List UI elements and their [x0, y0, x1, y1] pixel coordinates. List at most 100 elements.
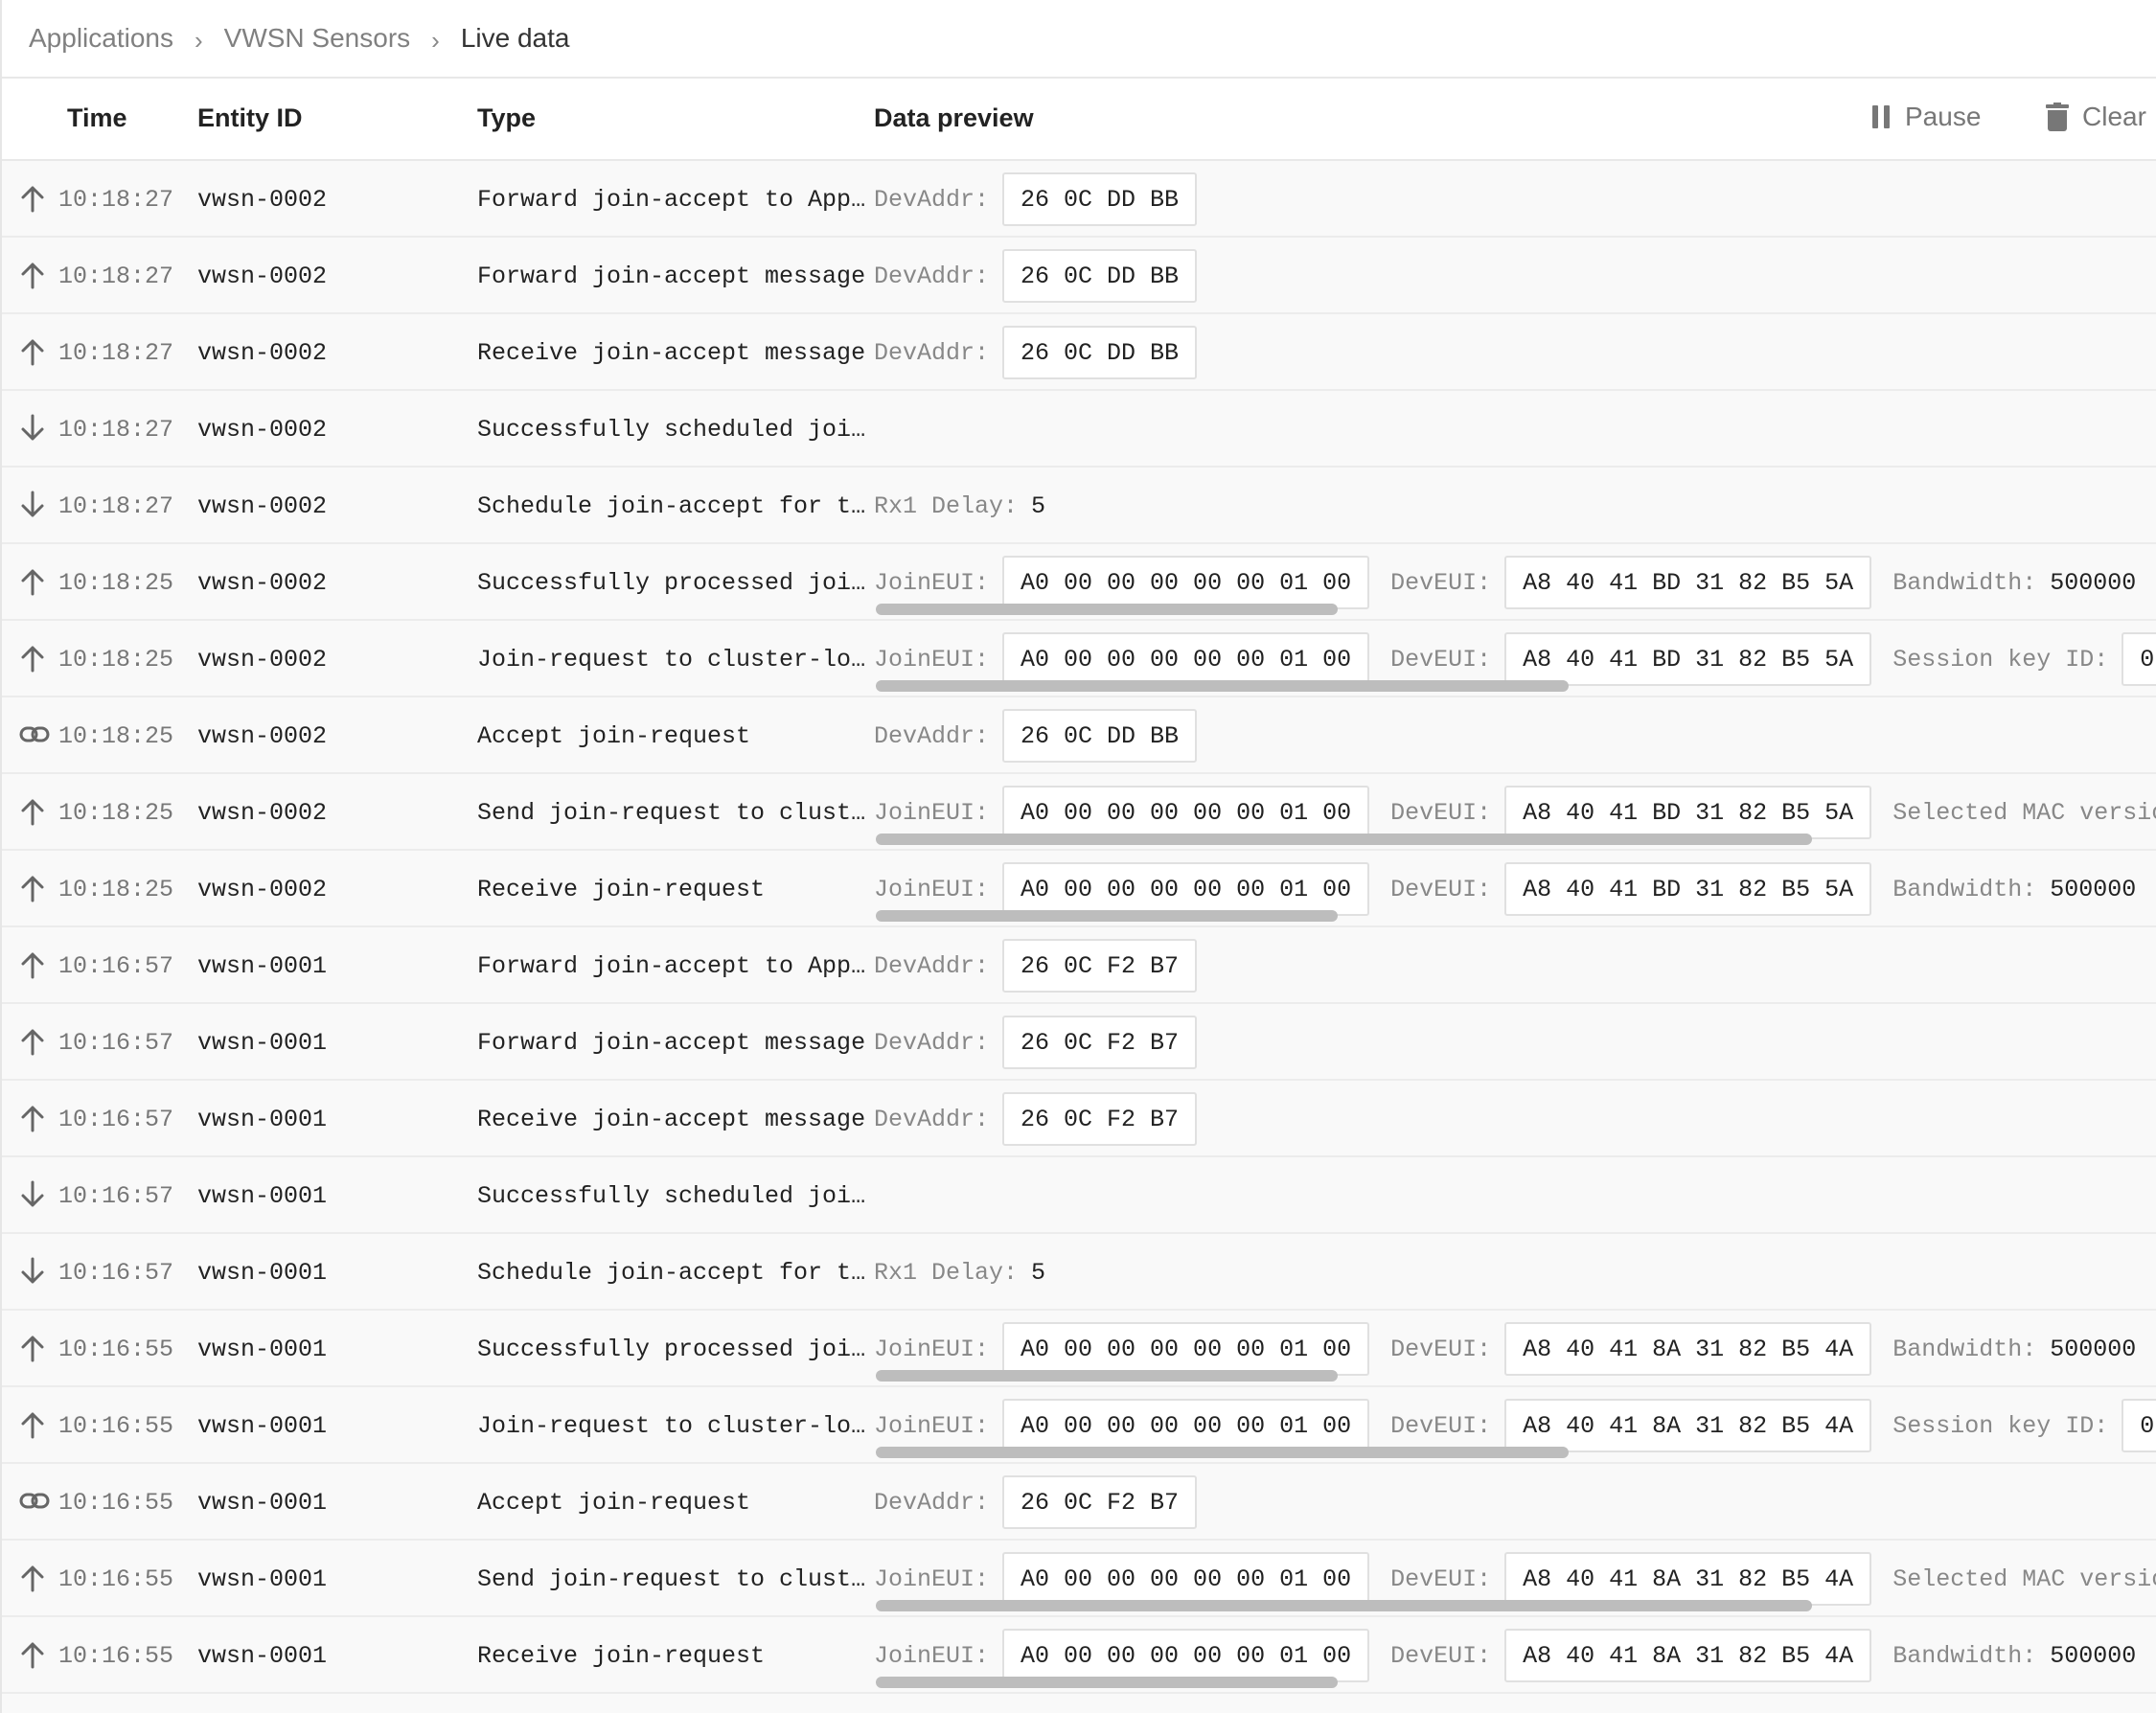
- data-preview: DevAddr: 26 0C DD BB: [874, 326, 1218, 379]
- table-row[interactable]: 10:18:25 vwsn-0002 Accept join-request DevA…: [2, 697, 2156, 774]
- breadcrumb-application[interactable]: VWSN Sensors: [224, 23, 411, 54]
- field-value-box[interactable]: 26 0C DD BB: [1002, 709, 1198, 763]
- horizontal-scrollbar[interactable]: [876, 1677, 1338, 1688]
- field-value-box[interactable]: A0 00 00 00 00 00 01 00: [1002, 862, 1370, 916]
- event-time: 10:16:57: [58, 1106, 174, 1133]
- table-row[interactable]: 10:18:25 vwsn-0002 Successfully processed …: [2, 544, 2156, 621]
- table-row[interactable]: 10:16:57 vwsn-0001 Successfully scheduled …: [2, 1157, 2156, 1234]
- field-label: DevEUI:: [1390, 645, 1492, 674]
- entity-id[interactable]: vwsn-0002: [197, 646, 327, 674]
- table-row[interactable]: 10:18:27 vwsn-0002 Forward join-accept to …: [2, 161, 2156, 238]
- field-value-box[interactable]: A0 00 00 00 00 00 01 00: [1002, 786, 1370, 839]
- field-value-box[interactable]: A0 00 00 00 00 00 01 00: [1002, 1322, 1370, 1376]
- field-value-box[interactable]: A8 40 41 8A 31 82 B5 4A: [1504, 1322, 1872, 1376]
- field-label: DevAddr:: [874, 1028, 990, 1057]
- entity-id[interactable]: vwsn-0002: [197, 722, 327, 750]
- table-row[interactable]: 10:18:27 vwsn-0002 Receive join-accept mes…: [2, 314, 2156, 391]
- live-data-page: Applications › VWSN Sensors › Live data …: [0, 0, 2156, 1713]
- arrow-up-icon: [19, 184, 46, 213]
- entity-id[interactable]: vwsn-0001: [197, 1412, 327, 1440]
- entity-id[interactable]: vwsn-0001: [197, 1182, 327, 1210]
- field-value-box[interactable]: 26 0C F2 B7: [1002, 1475, 1198, 1529]
- entity-id[interactable]: vwsn-0002: [197, 799, 327, 827]
- entity-id[interactable]: vwsn-0002: [197, 263, 327, 290]
- horizontal-scrollbar[interactable]: [876, 1370, 1338, 1382]
- event-time: 10:18:27: [58, 339, 174, 367]
- column-header-time: Time: [67, 103, 127, 132]
- field-value-box[interactable]: A8 40 41 BD 31 82 B5 5A: [1504, 632, 1872, 686]
- event-type: Successfully processed joi…: [477, 569, 866, 597]
- table-row[interactable]: 10:16:55 vwsn-0001 Receive join-request Joi…: [2, 1617, 2156, 1694]
- entity-id[interactable]: vwsn-0001: [197, 952, 327, 980]
- field-value-box[interactable]: A8 40 41 8A 31 82 B5 4A: [1504, 1399, 1872, 1452]
- entity-id[interactable]: vwsn-0002: [197, 339, 327, 367]
- field-value-box[interactable]: A8 40 41 BD 31 82 B5 5A: [1504, 862, 1872, 916]
- table-row[interactable]: 10:18:25 vwsn-0002 Receive join-request Joi…: [2, 851, 2156, 927]
- table-row[interactable]: 10:18:25 vwsn-0002 Send join-request to cl…: [2, 774, 2156, 851]
- field-value-box[interactable]: A0 00 00 00 00 00 01 00: [1002, 1399, 1370, 1452]
- data-preview: JoinEUI: A0 00 00 00 00 00 01 00 DevEUI: A8…: [874, 556, 2156, 609]
- horizontal-scrollbar[interactable]: [876, 604, 1338, 615]
- field-value-box[interactable]: 26 0C DD BB: [1002, 326, 1198, 379]
- event-type: Schedule join-accept for t…: [477, 1259, 866, 1287]
- table-row[interactable]: 10:16:57 vwsn-0001 Receive join-accept mes…: [2, 1081, 2156, 1157]
- pause-icon: [1872, 105, 1890, 128]
- field-value-box[interactable]: 26 0C DD BB: [1002, 249, 1198, 303]
- table-row[interactable]: 10:16:55 vwsn-0001 Accept join-request DevA…: [2, 1464, 2156, 1541]
- table-row[interactable]: 10:16:57 vwsn-0001 Schedule join-accept fo…: [2, 1234, 2156, 1311]
- field-label: JoinEUI:: [874, 568, 990, 597]
- table-row[interactable]: 10:18:27 vwsn-0002 Forward join-accept mes…: [2, 238, 2156, 314]
- field-value-box[interactable]: 26 0C F2 B7: [1002, 939, 1198, 993]
- field-value-box[interactable]: A8 40 41 BD 31 82 B5 5A: [1504, 786, 1872, 839]
- entity-id[interactable]: vwsn-0002: [197, 416, 327, 444]
- horizontal-scrollbar[interactable]: [876, 910, 1338, 922]
- field-value-box[interactable]: 26 0C F2 B7: [1002, 1092, 1198, 1146]
- entity-id[interactable]: vwsn-0002: [197, 492, 327, 520]
- field-value-box[interactable]: A0 00 00 00 00 00 01 00: [1002, 1629, 1370, 1682]
- field-value-box[interactable]: A8 40 41 BD 31 82 B5 5A: [1504, 556, 1872, 609]
- entity-id[interactable]: vwsn-0001: [197, 1336, 327, 1363]
- entity-id[interactable]: vwsn-0001: [197, 1106, 327, 1133]
- breadcrumb-applications[interactable]: Applications: [29, 23, 173, 54]
- table-row[interactable]: 10:18:27 vwsn-0002 Schedule join-accept fo…: [2, 468, 2156, 544]
- entity-id[interactable]: vwsn-0001: [197, 1029, 327, 1057]
- field-value-box[interactable]: 26 0C F2 B7: [1002, 1016, 1198, 1069]
- horizontal-scrollbar[interactable]: [876, 834, 1812, 845]
- entity-id[interactable]: vwsn-0002: [197, 569, 327, 597]
- event-type: Receive join-request: [477, 1642, 766, 1670]
- table-row[interactable]: 10:18:27 vwsn-0002 Successfully scheduled …: [2, 391, 2156, 468]
- table-row[interactable]: 10:18:25 vwsn-0002 Join-request to cluster…: [2, 621, 2156, 697]
- field-label: Selected MAC version:: [1892, 798, 2156, 827]
- field-value-box[interactable]: 01 78 D6 89: [2122, 1399, 2156, 1452]
- table-row[interactable]: 10:16:55 vwsn-0001 Successfully processed …: [2, 1311, 2156, 1387]
- field-value-box[interactable]: A0 00 00 00 00 00 01 00: [1002, 1552, 1370, 1606]
- entity-id[interactable]: vwsn-0001: [197, 1259, 327, 1287]
- clear-button[interactable]: Clear: [2046, 102, 2146, 132]
- field-value-box[interactable]: A0 00 00 00 00 00 01 00: [1002, 632, 1370, 686]
- entity-id[interactable]: vwsn-0001: [197, 1565, 327, 1593]
- event-time: 10:18:27: [58, 263, 174, 290]
- entity-id[interactable]: vwsn-0001: [197, 1642, 327, 1670]
- horizontal-scrollbar[interactable]: [876, 1447, 1569, 1458]
- field-label: DevEUI:: [1390, 1411, 1492, 1440]
- event-type: Join-request to cluster-lo…: [477, 646, 866, 674]
- entity-id[interactable]: vwsn-0001: [197, 1489, 327, 1517]
- table-row[interactable]: 10:16:55 vwsn-0001 Join-request to cluster…: [2, 1387, 2156, 1464]
- table-row[interactable]: 10:16:57 vwsn-0001 Forward join-accept mes…: [2, 1004, 2156, 1081]
- field-value-box[interactable]: A8 40 41 8A 31 82 B5 4A: [1504, 1552, 1872, 1606]
- field-value-box[interactable]: 26 0C DD BB: [1002, 172, 1198, 226]
- trash-icon: [2046, 103, 2069, 131]
- field-value-box[interactable]: A0 00 00 00 00 00 01 00: [1002, 556, 1370, 609]
- field-value-box[interactable]: 01 78 D6 8A: [2122, 632, 2156, 686]
- entity-id[interactable]: vwsn-0002: [197, 186, 327, 214]
- horizontal-scrollbar[interactable]: [876, 1600, 1812, 1611]
- data-preview: JoinEUI: A0 00 00 00 00 00 01 00 DevEUI: A8…: [874, 1629, 2156, 1682]
- field-value-box[interactable]: A8 40 41 8A 31 82 B5 4A: [1504, 1629, 1872, 1682]
- entity-id[interactable]: vwsn-0002: [197, 876, 327, 903]
- horizontal-scrollbar[interactable]: [876, 680, 1569, 692]
- pause-button[interactable]: Pause: [1872, 102, 1981, 132]
- field-label: DevAddr:: [874, 951, 990, 980]
- table-row[interactable]: 10:16:55 vwsn-0001 Send join-request to cl…: [2, 1541, 2156, 1617]
- data-preview: DevAddr: 26 0C F2 B7: [874, 1092, 1218, 1146]
- table-row[interactable]: 10:16:57 vwsn-0001 Forward join-accept to …: [2, 927, 2156, 1004]
